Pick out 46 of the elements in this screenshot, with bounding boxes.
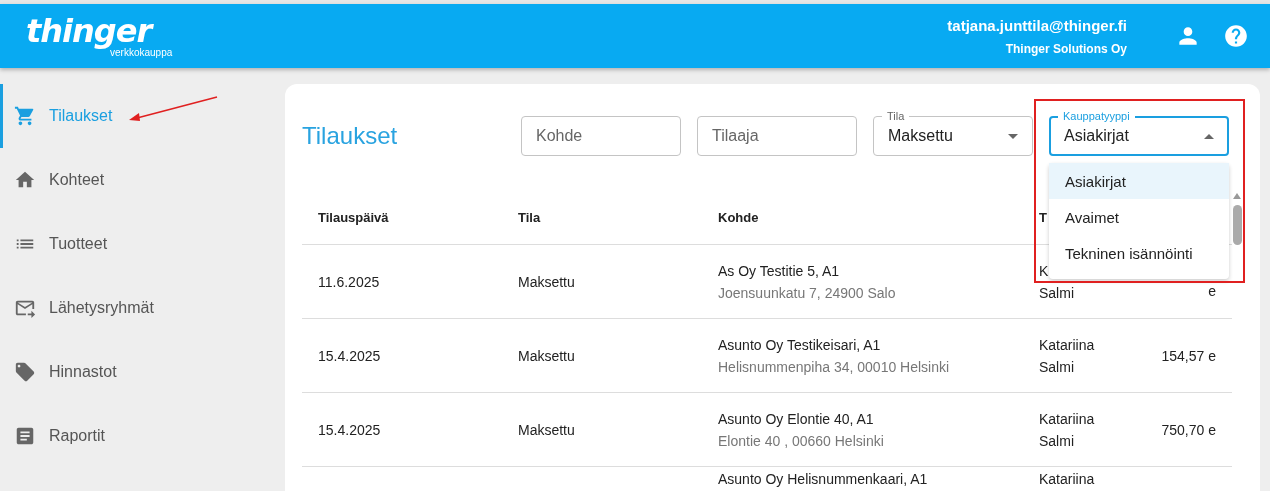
target-name: Asunto Oy Elontie 40, A1 <box>718 410 874 427</box>
table-cell: 11.6.2025 <box>318 273 380 290</box>
menu-option[interactable]: Asiakirjat <box>1049 163 1229 199</box>
sidebar-item[interactable]: Tuotteet <box>0 212 270 276</box>
sidebar-item[interactable]: Lähetysryhmät <box>0 276 270 340</box>
customer-name: Katariina <box>1039 336 1095 353</box>
user-email: tatjana.junttila@thinger.fi <box>947 16 1127 34</box>
target-name: Asunto Oy Helisnummenkaari, A1 <box>718 471 928 487</box>
cart-icon <box>14 105 36 127</box>
table-cell: e <box>1208 282 1216 299</box>
menu-option[interactable]: Tekninen isännöinti <box>1049 235 1229 271</box>
target-name: Asunto Oy Testikeisari, A1 <box>718 336 881 353</box>
target-address: Elontie 40 , 00660 Helsinki <box>718 432 884 449</box>
table-cell: Maksettu <box>518 273 575 290</box>
target-name: As Oy Testitie 5, A1 <box>718 262 840 279</box>
sidebar-item[interactable]: Raportit <box>0 404 270 468</box>
company-name: Thinger Solutions Oy <box>1005 41 1127 56</box>
customer-name: K <box>1039 262 1049 279</box>
column-header[interactable]: Tila <box>518 209 541 225</box>
logo-text: thinger <box>26 14 152 47</box>
customer-name: Salmi <box>1039 284 1074 301</box>
sidebar-item[interactable]: Hinnastot <box>0 340 270 404</box>
column-header[interactable]: Kohde <box>718 209 759 225</box>
customer-name: Katariina <box>1039 410 1095 427</box>
column-header[interactable]: Tilauspäivä <box>318 209 389 225</box>
filter-field[interactable]: Kohde <box>521 116 681 156</box>
target-address: Helisnummenpiha 34, 00010 Helsinki <box>718 358 950 375</box>
column-header[interactable]: T <box>1039 209 1047 225</box>
tag-icon <box>14 361 36 383</box>
table-cell: 15.4.2025 <box>318 347 381 364</box>
sidebar-item[interactable]: Kohteet <box>0 148 270 212</box>
target-address: Joensuunkatu 7, 24900 Salo <box>718 284 896 301</box>
table-cell: Maksettu <box>518 347 575 364</box>
table-cell: Maksettu <box>518 421 575 438</box>
customer-name: Salmi <box>1039 358 1074 375</box>
customer-name: Katariina <box>1039 471 1095 487</box>
customer-name: Salmi <box>1039 432 1074 449</box>
menu-option[interactable]: Avaimet <box>1049 199 1229 235</box>
table-cell: 154,57 e <box>1161 347 1216 364</box>
logo-subtitle: verkkokauppa <box>110 46 173 58</box>
filter-field[interactable]: Tilaaja <box>697 116 857 156</box>
table-cell: 750,70 e <box>1161 421 1216 438</box>
help-icon[interactable] <box>1223 23 1249 49</box>
page-title: Tilaukset <box>302 122 399 150</box>
table-cell: 15.4.2025 <box>318 421 381 438</box>
document-icon <box>14 425 36 447</box>
